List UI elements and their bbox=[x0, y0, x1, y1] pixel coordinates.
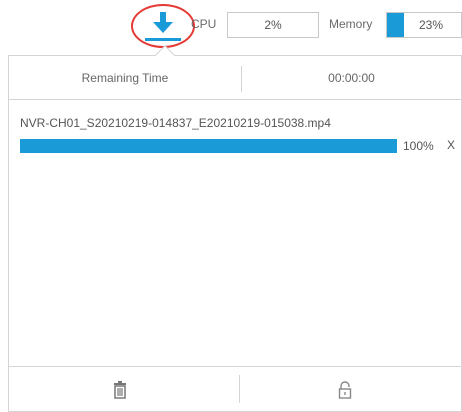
lock-button[interactable] bbox=[335, 380, 355, 400]
footer-divider bbox=[239, 375, 240, 403]
cpu-usage-value: 2% bbox=[264, 18, 282, 32]
download-progress-text: 100% bbox=[403, 139, 434, 153]
panel-footer bbox=[9, 366, 461, 412]
download-progress-fill bbox=[20, 139, 397, 153]
cpu-label: CPU bbox=[191, 17, 217, 31]
cpu-usage-box: 2% bbox=[227, 12, 319, 38]
memory-usage-box: 23% bbox=[386, 12, 462, 38]
download-item: NVR-CH01_S20210219-014837_E20210219-0150… bbox=[9, 114, 461, 156]
remaining-time-row: Remaining Time 00:00:00 bbox=[9, 56, 461, 100]
trash-icon bbox=[114, 381, 126, 399]
memory-label: Memory bbox=[329, 17, 373, 31]
remove-download-button[interactable]: X bbox=[447, 138, 455, 152]
download-button[interactable] bbox=[131, 4, 195, 48]
remaining-time-label: Remaining Time bbox=[81, 71, 169, 85]
download-file-name: NVR-CH01_S20210219-014837_E20210219-0150… bbox=[20, 116, 331, 130]
memory-usage-value: 23% bbox=[418, 18, 444, 32]
lock-icon bbox=[338, 381, 352, 399]
download-progress-bar bbox=[20, 139, 397, 153]
remaining-time-value: 00:00:00 bbox=[328, 71, 375, 85]
download-panel: Remaining Time 00:00:00 NVR-CH01_S202102… bbox=[8, 45, 462, 412]
download-icon-base bbox=[145, 38, 181, 41]
delete-button[interactable] bbox=[110, 380, 130, 400]
download-icon bbox=[153, 12, 173, 33]
